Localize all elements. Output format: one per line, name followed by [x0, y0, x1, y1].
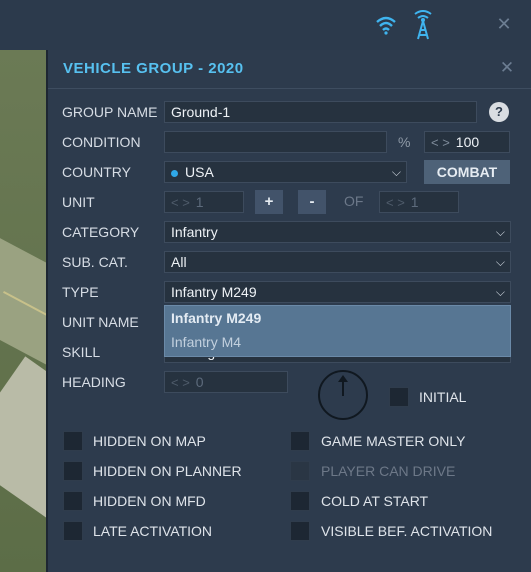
player-can-drive-label: PLAYER CAN DRIVE — [321, 463, 456, 479]
unit-stepper[interactable]: < > 1 — [164, 191, 244, 213]
category-select[interactable]: Infantry ⌵ — [164, 221, 511, 243]
top-bar — [0, 0, 531, 50]
unit-total-stepper[interactable]: < > 1 — [379, 191, 459, 213]
radio-tower-icon[interactable] — [412, 10, 434, 40]
chevron-down-icon: ⌵ — [391, 165, 401, 179]
wifi-icon[interactable] — [375, 14, 397, 36]
condition-input[interactable] — [164, 131, 387, 153]
heading-value: 0 — [195, 374, 204, 390]
combat-button[interactable]: COMBAT — [424, 160, 510, 184]
hidden-on-mfd-label: HIDDEN ON MFD — [93, 493, 206, 509]
panel-title: VEHICLE GROUP - 2020 — [63, 60, 244, 77]
game-master-only-label: GAME MASTER ONLY — [321, 433, 466, 449]
help-icon[interactable]: ? — [489, 102, 509, 122]
category-value: Infantry — [171, 224, 218, 240]
game-master-only-checkbox[interactable] — [290, 431, 310, 451]
country-value: USA — [185, 164, 214, 180]
type-dropdown-list[interactable]: Infantry M249 Infantry M4 — [164, 305, 511, 357]
subcat-value: All — [171, 254, 187, 270]
stepper-arrows-icon[interactable]: < > — [386, 195, 405, 210]
heading-label: HEADING — [62, 374, 126, 390]
of-label: OF — [344, 193, 364, 209]
country-select[interactable]: USA ⌵ — [164, 161, 407, 183]
country-dot-icon — [171, 169, 178, 177]
country-label: COUNTRY — [62, 164, 131, 180]
unit-total-value: 1 — [410, 194, 419, 210]
hidden-on-map-checkbox[interactable] — [63, 431, 83, 451]
panel-close-icon[interactable]: ✕ — [499, 59, 515, 76]
group-name-input[interactable]: Ground-1 — [164, 101, 477, 123]
panel-header: VEHICLE GROUP - 2020 ✕ — [48, 50, 531, 89]
type-select[interactable]: Infantry M249 ⌵ — [164, 281, 511, 303]
add-unit-button[interactable]: + — [255, 190, 283, 214]
unit-value: 1 — [195, 194, 204, 210]
hidden-on-mfd-checkbox[interactable] — [63, 491, 83, 511]
unit-label: UNIT — [62, 194, 95, 210]
heading-compass[interactable] — [318, 370, 368, 420]
cold-at-start-checkbox[interactable] — [290, 491, 310, 511]
player-can-drive-checkbox — [290, 461, 310, 481]
remove-unit-button[interactable]: - — [298, 190, 326, 214]
category-label: CATEGORY — [62, 224, 140, 240]
hidden-on-planner-checkbox[interactable] — [63, 461, 83, 481]
type-value: Infantry M249 — [171, 284, 257, 300]
hidden-on-map-label: HIDDEN ON MAP — [93, 433, 206, 449]
visible-before-activation-checkbox[interactable] — [290, 521, 310, 541]
late-activation-checkbox[interactable] — [63, 521, 83, 541]
percent-label: % — [398, 134, 411, 150]
type-option[interactable]: Infantry M4 — [171, 334, 241, 350]
chevron-down-icon: ⌵ — [495, 285, 505, 299]
chevron-down-icon: ⌵ — [495, 225, 505, 239]
condition-percent-value: 100 — [455, 134, 480, 150]
hidden-on-planner-label: HIDDEN ON PLANNER — [93, 463, 242, 479]
stepper-arrows-icon[interactable]: < > — [431, 135, 450, 150]
chevron-down-icon: ⌵ — [495, 255, 505, 269]
vehicle-group-panel: VEHICLE GROUP - 2020 ✕ GROUP NAME Ground… — [48, 50, 531, 572]
condition-percent-stepper[interactable]: < > 100 — [424, 131, 510, 153]
late-activation-label: LATE ACTIVATION — [93, 523, 213, 539]
group-name-label: GROUP NAME — [62, 104, 158, 120]
initial-checkbox[interactable] — [389, 387, 409, 407]
initial-label: INITIAL — [419, 389, 467, 405]
subcat-label: SUB. CAT. — [62, 254, 128, 270]
stepper-arrows-icon[interactable]: < > — [171, 195, 190, 210]
cold-at-start-label: COLD AT START — [321, 493, 429, 509]
map-view[interactable] — [0, 50, 48, 572]
heading-stepper[interactable]: < > 0 — [164, 371, 288, 393]
subcat-select[interactable]: All ⌵ — [164, 251, 511, 273]
unit-name-label: UNIT NAME — [62, 314, 139, 330]
skill-label: SKILL — [62, 344, 101, 360]
visible-before-activation-label: VISIBLE BEF. ACTIVATION — [321, 523, 493, 539]
condition-label: CONDITION — [62, 134, 141, 150]
stepper-arrows-icon[interactable]: < > — [171, 375, 190, 390]
type-option[interactable]: Infantry M249 — [171, 310, 261, 326]
type-label: TYPE — [62, 284, 99, 300]
close-icon[interactable]: ✕ — [496, 15, 512, 33]
